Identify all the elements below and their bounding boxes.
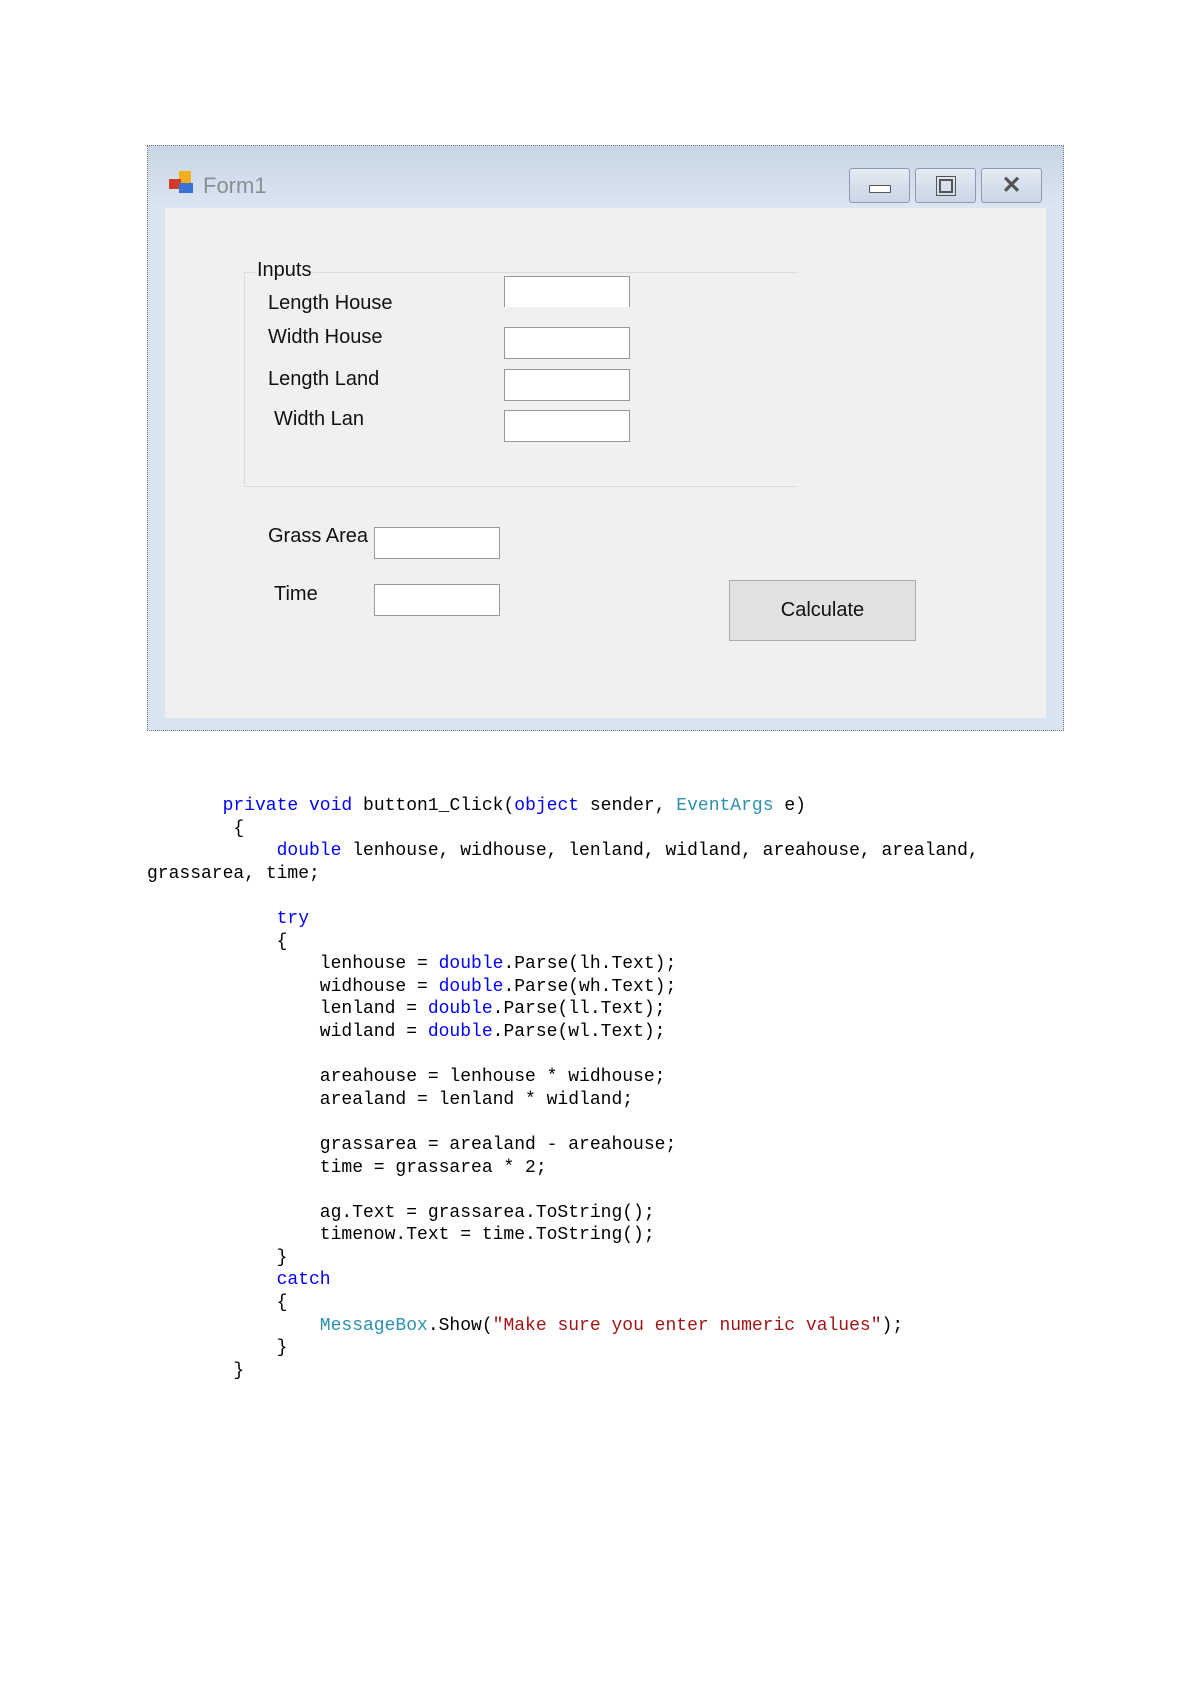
minimize-icon <box>868 184 891 193</box>
width-house-label: Width House <box>268 326 383 348</box>
code-line: { <box>147 1292 979 1315</box>
close-button[interactable]: ✕ <box>981 168 1042 203</box>
code-token-keyword: double <box>276 841 342 862</box>
window-title: Form1 <box>203 173 267 198</box>
width-land-label: Width Lan <box>274 408 365 430</box>
code-token-text: lenhouse, widhouse, lenland, widland, ar… <box>341 841 979 862</box>
code-line: { <box>147 818 979 841</box>
code-token-text: button1_Click( <box>363 796 515 816</box>
code-token-text: sender, <box>579 796 677 816</box>
code-token-text: } <box>276 1247 288 1268</box>
code-token-type: MessageBox <box>319 1315 428 1336</box>
width-house-input[interactable] <box>504 327 630 359</box>
code-line: } <box>147 1360 979 1383</box>
code-token-text: lenhouse = <box>319 954 439 975</box>
code-token-type: EventArgs <box>676 796 774 816</box>
calculate-button[interactable]: Calculate <box>729 580 916 641</box>
length-land-label: Length Land <box>268 368 380 390</box>
code-line: catch <box>147 1269 979 1292</box>
app-icon <box>169 171 195 195</box>
code-token-text: arealand = lenland * widland; <box>319 1089 634 1110</box>
code-line: widhouse = double.Parse(wh.Text); <box>147 976 979 999</box>
code-token-keyword: double <box>438 954 504 975</box>
form-client-area: Inputs Length House Width House Length L… <box>165 208 1046 718</box>
code-token-text: widhouse = <box>319 976 439 997</box>
code-token-text: .Parse(wh.Text); <box>503 976 677 997</box>
code-token-text: grassarea = arealand - areahouse; <box>319 1134 677 1155</box>
code-line: } <box>147 1337 979 1360</box>
code-token-text: .Parse(lh.Text); <box>503 954 677 975</box>
inputs-group-title: Inputs <box>255 259 314 282</box>
length-land-input[interactable] <box>504 369 630 401</box>
code-line: grassarea = arealand - areahouse; <box>147 1134 979 1157</box>
code-token-text: grassarea, time; <box>147 863 320 884</box>
code-token-text: { <box>233 818 245 839</box>
code-token-text: ag.Text = grassarea.ToString(); <box>319 1202 655 1223</box>
code-token-text: { <box>276 931 288 952</box>
code-token-text: { <box>276 1293 288 1314</box>
grass-area-label: Grass Area <box>268 525 369 547</box>
code-token-keyword: try <box>276 908 309 929</box>
code-token-keyword: double <box>427 1021 493 1042</box>
code-line: lenland = double.Parse(ll.Text); <box>147 998 979 1021</box>
code-listing: private void button1_Click(object sender… <box>147 795 979 1382</box>
code-token-keyword: catch <box>276 1270 331 1291</box>
code-line: lenhouse = double.Parse(lh.Text); <box>147 953 979 976</box>
code-token-text: } <box>233 1360 245 1381</box>
code-line: timenow.Text = time.ToString(); <box>147 1224 979 1247</box>
minimize-button[interactable] <box>849 168 910 203</box>
code-token-keyword: object <box>514 796 580 816</box>
maximize-button[interactable] <box>915 168 976 203</box>
width-land-input[interactable] <box>504 410 630 442</box>
close-icon: ✕ <box>1001 171 1022 199</box>
code-token-string: "Make sure you enter numeric values" <box>492 1315 882 1336</box>
title-bar[interactable]: Form1 ✕ <box>148 146 1063 208</box>
code-line: double lenhouse, widhouse, lenland, widl… <box>147 840 979 863</box>
code-line: try <box>147 908 979 931</box>
code-line: } <box>147 1247 979 1270</box>
code-token-text: ); <box>881 1315 904 1336</box>
code-line: areahouse = lenhouse * widhouse; <box>147 1066 979 1089</box>
grass-area-output[interactable] <box>374 527 500 559</box>
code-line: { <box>147 931 979 954</box>
code-line: grassarea, time; <box>147 863 979 886</box>
code-line: MessageBox.Show("Make sure you enter num… <box>147 1315 979 1338</box>
code-token-keyword: double <box>438 976 504 997</box>
code-token-text: .Parse(wl.Text); <box>492 1021 666 1042</box>
time-output[interactable] <box>374 584 500 616</box>
code-line: time = grassarea * 2; <box>147 1157 979 1180</box>
code-token-text: time = grassarea * 2; <box>319 1157 547 1178</box>
code-token-text: .Show( <box>427 1315 493 1336</box>
length-house-label: Length House <box>268 292 393 314</box>
length-house-input[interactable] <box>504 276 630 307</box>
code-token-text: lenland = <box>319 999 428 1020</box>
code-token-keyword: double <box>427 999 493 1020</box>
code-token-text: .Parse(ll.Text); <box>492 999 666 1020</box>
code-token-text: e) <box>773 796 806 816</box>
code-line: arealand = lenland * widland; <box>147 1089 979 1112</box>
code-token-text: timenow.Text = time.ToString(); <box>319 1225 655 1246</box>
maximize-icon <box>935 175 956 196</box>
code-line: widland = double.Parse(wl.Text); <box>147 1021 979 1044</box>
code-token-text: widland = <box>319 1021 428 1042</box>
form1-window: Form1 ✕ Inputs Length House Width House … <box>147 145 1064 731</box>
code-token-text: areahouse = lenhouse * widhouse; <box>319 1067 666 1088</box>
code-token-keyword: private void <box>222 796 364 816</box>
time-label: Time <box>274 583 318 605</box>
code-line: private void button1_Click(object sender… <box>147 795 979 818</box>
code-token-text: } <box>276 1338 288 1359</box>
code-line: ag.Text = grassarea.ToString(); <box>147 1202 979 1225</box>
